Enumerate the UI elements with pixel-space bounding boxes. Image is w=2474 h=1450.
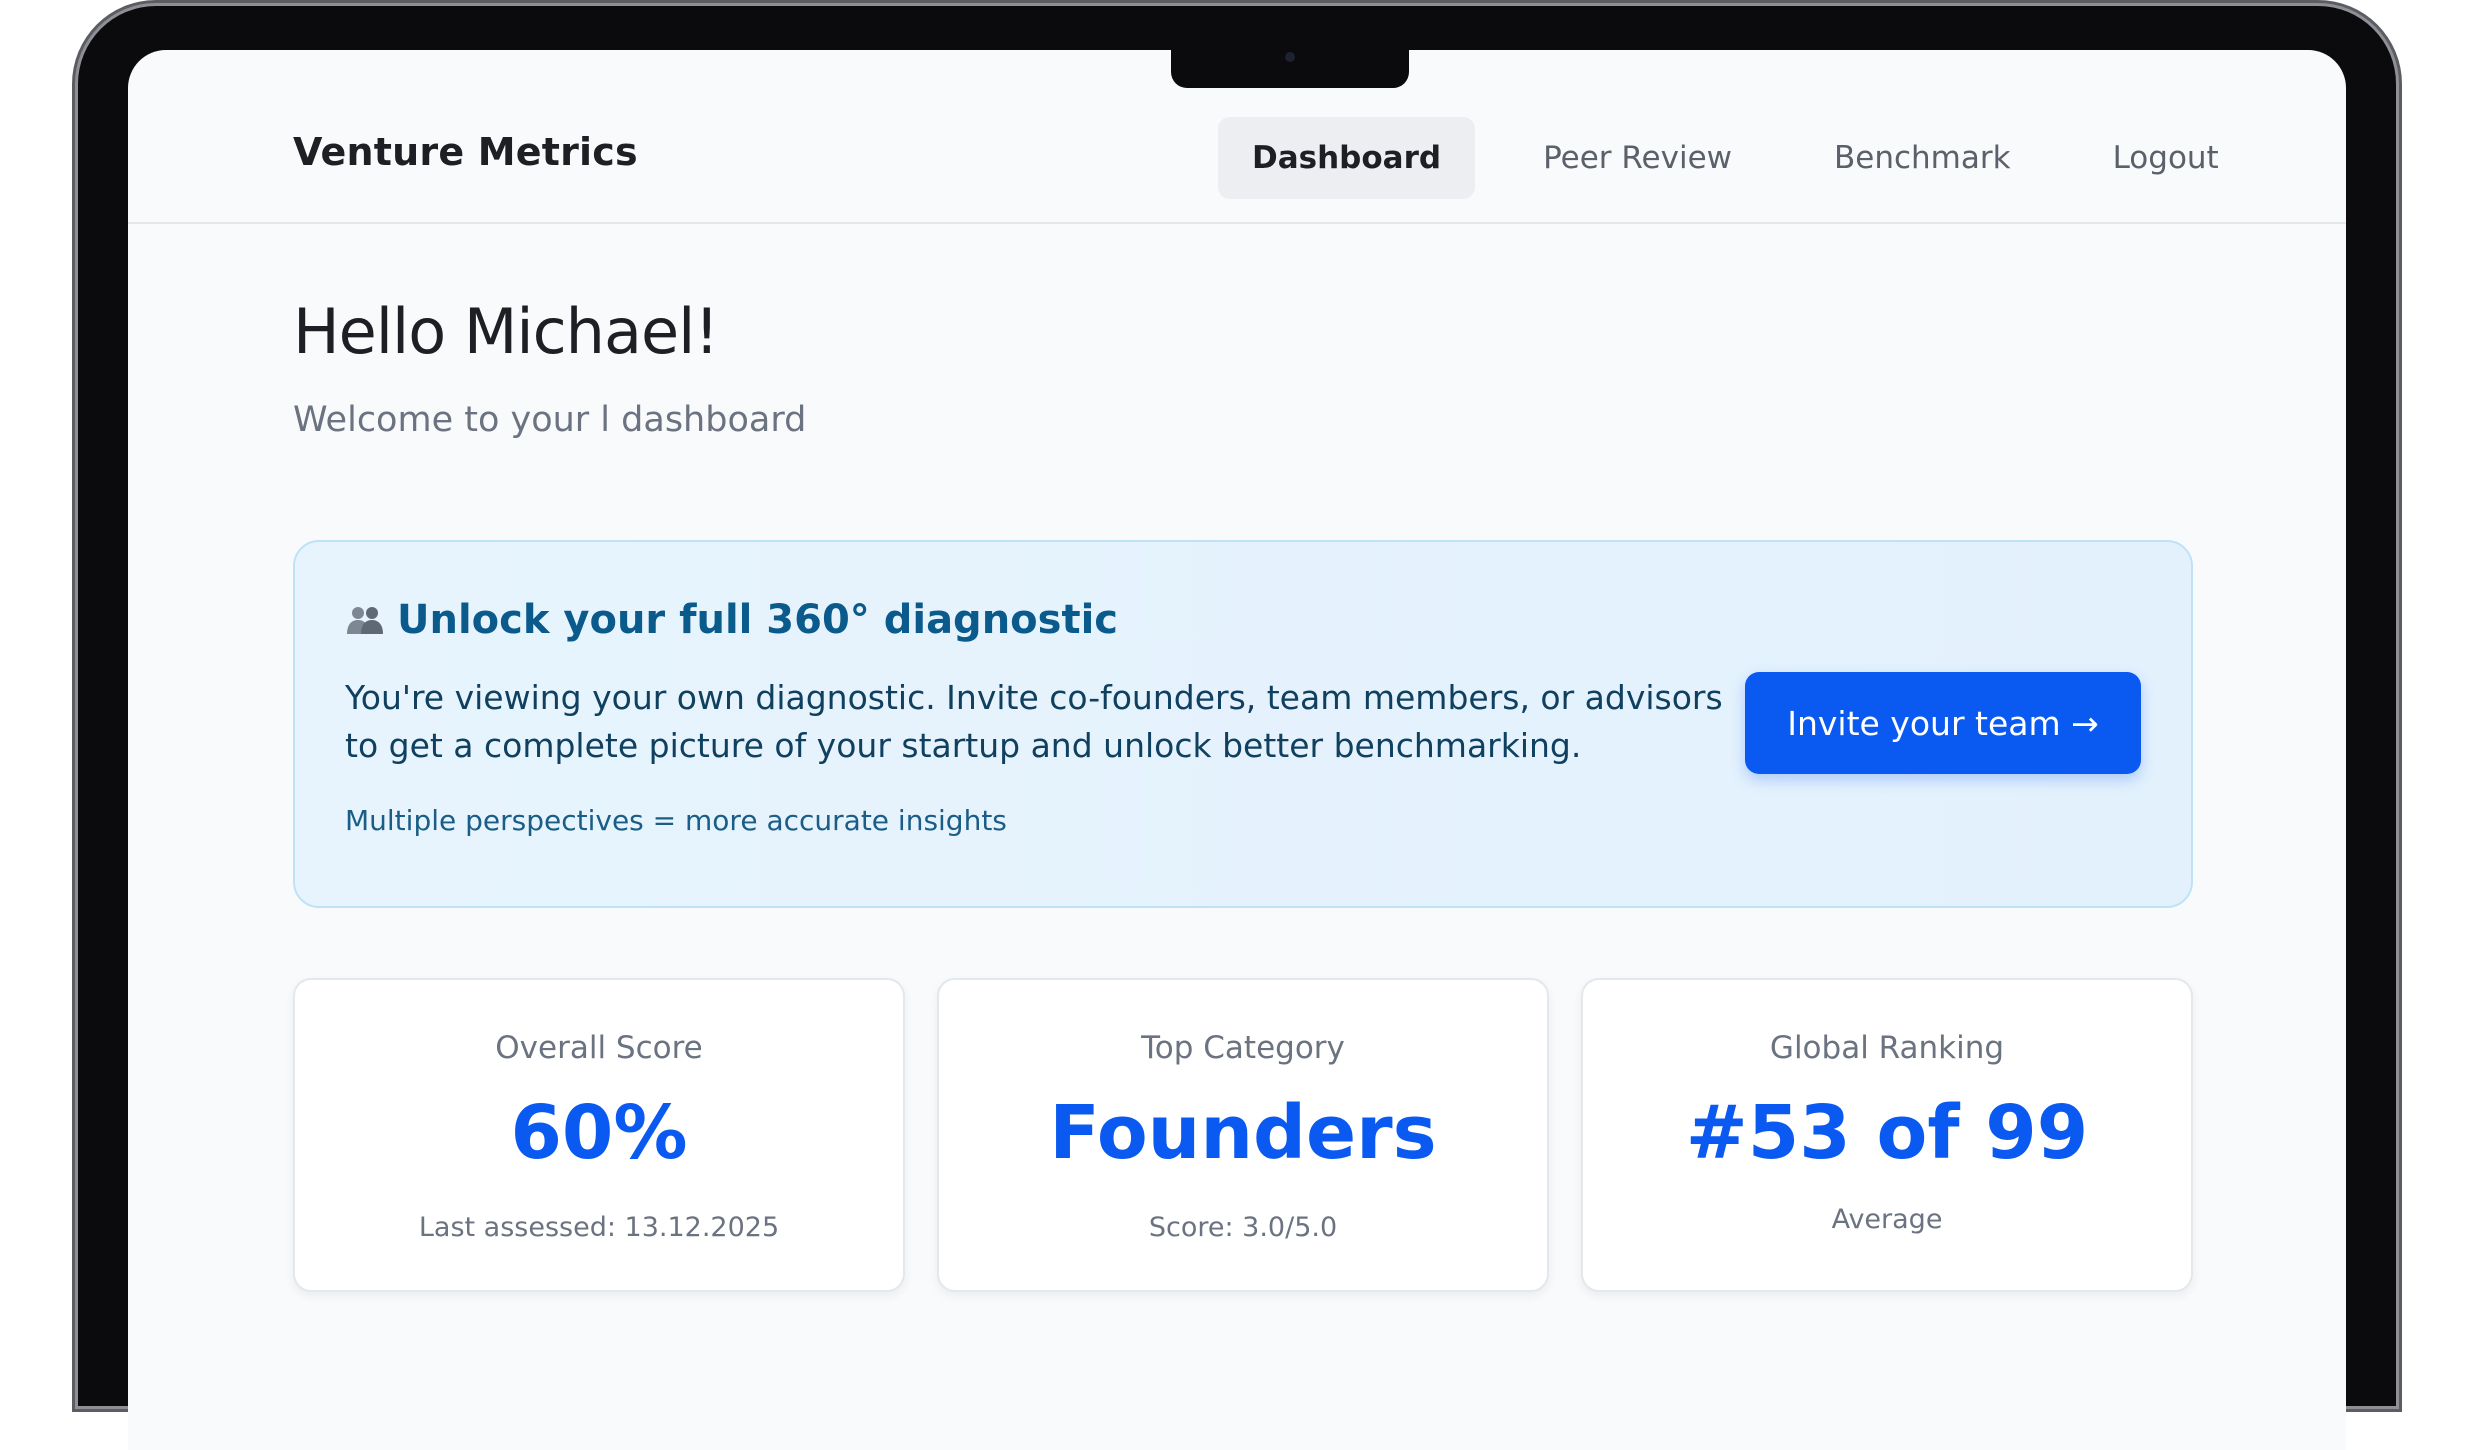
app-window: Venture Metrics Dashboard Peer Review Be… [128,50,2346,1450]
people-icon [347,607,383,634]
stat-label: Top Category [1141,1030,1345,1066]
stat-value: #53 of 99 [1685,1090,2089,1176]
page-subtitle: Welcome to your l dashboard [293,400,807,440]
stat-card-top-category: Top Category Founders Score: 3.0/5.0 [937,978,1549,1292]
stat-label: Overall Score [495,1030,703,1066]
nav-peer-review[interactable]: Peer Review [1509,117,1766,199]
nav-dashboard[interactable]: Dashboard [1218,117,1476,199]
banner-description: You're viewing your own diagnostic. Invi… [345,678,1723,765]
stat-card-global-ranking: Global Ranking #53 of 99 Average [1581,978,2193,1292]
banner-heading: Unlock your full 360° diagnostic [345,597,1118,643]
main-nav: Dashboard Peer Review Benchmark Logout [1218,117,2287,199]
nav-logout[interactable]: Logout [2079,117,2253,199]
banner-title: Unlock your full 360° diagnostic [397,597,1118,643]
banner-note: Multiple perspectives = more accurate in… [345,804,1007,837]
camera-icon [1285,52,1295,62]
stat-value: Founders [1049,1090,1437,1176]
nav-benchmark[interactable]: Benchmark [1800,117,2045,199]
stat-subtext: Last assessed: 13.12.2025 [418,1212,780,1243]
stat-subtext: Average [1831,1204,1943,1235]
stat-value: 60% [510,1090,688,1176]
camera-notch [1171,50,1409,88]
stat-label: Global Ranking [1769,1030,2005,1066]
stat-card-overall-score: Overall Score 60% Last assessed: 13.12.2… [293,978,905,1292]
page-title: Hello Michael! [293,295,719,368]
stat-subtext: Score: 3.0/5.0 [1148,1212,1338,1243]
invite-banner: Unlock your full 360° diagnostic You're … [293,540,2193,908]
laptop-bezel: Venture Metrics Dashboard Peer Review Be… [78,6,2396,1450]
invite-team-button[interactable]: Invite your team → [1745,672,2141,774]
brand-logo-text[interactable]: Venture Metrics [293,130,638,174]
